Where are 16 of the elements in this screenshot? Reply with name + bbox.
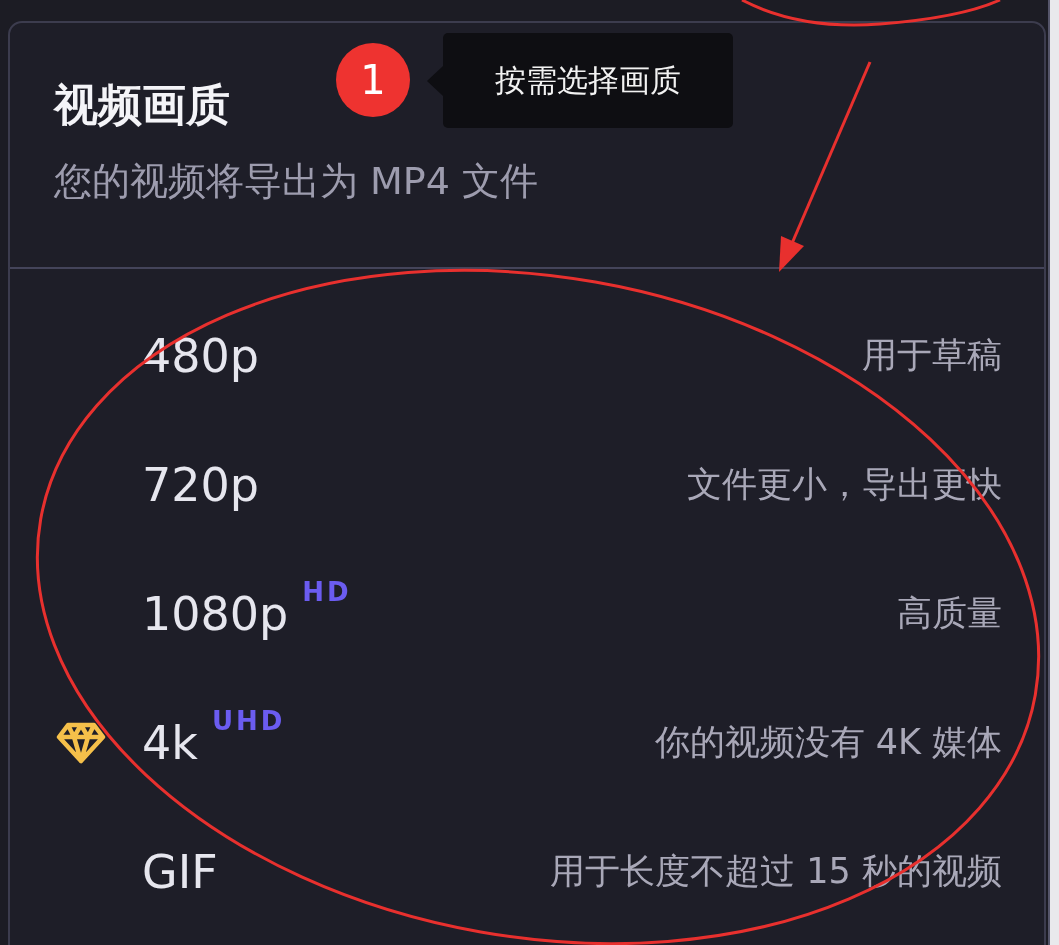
tooltip: 按需选择画质 <box>443 33 733 128</box>
quality-description: 高质量 <box>897 592 1002 635</box>
quality-description: 用于草稿 <box>862 334 1002 377</box>
quality-option[interactable]: 1080p HD 高质量 <box>10 549 1044 678</box>
quality-description: 你的视频没有 4K 媒体 <box>654 721 1002 764</box>
quality-label: 720p <box>142 457 259 512</box>
quality-tag-label: HD <box>302 577 352 607</box>
quality-label: 480p <box>142 328 259 383</box>
quality-label: 1080p <box>142 586 289 641</box>
quality-label: 4k <box>142 715 198 770</box>
quality-option[interactable]: 480p 用于草稿 <box>10 291 1044 420</box>
panel-subtitle: 您的视频将导出为 MP4 文件 <box>54 158 540 205</box>
panel-title: 视频画质 <box>54 78 230 132</box>
quality-tag-label: UHD <box>211 706 286 736</box>
quality-label: GIF <box>142 844 218 899</box>
quality-option[interactable]: 4k UHD 你的视频没有 4K 媒体 <box>10 678 1044 807</box>
